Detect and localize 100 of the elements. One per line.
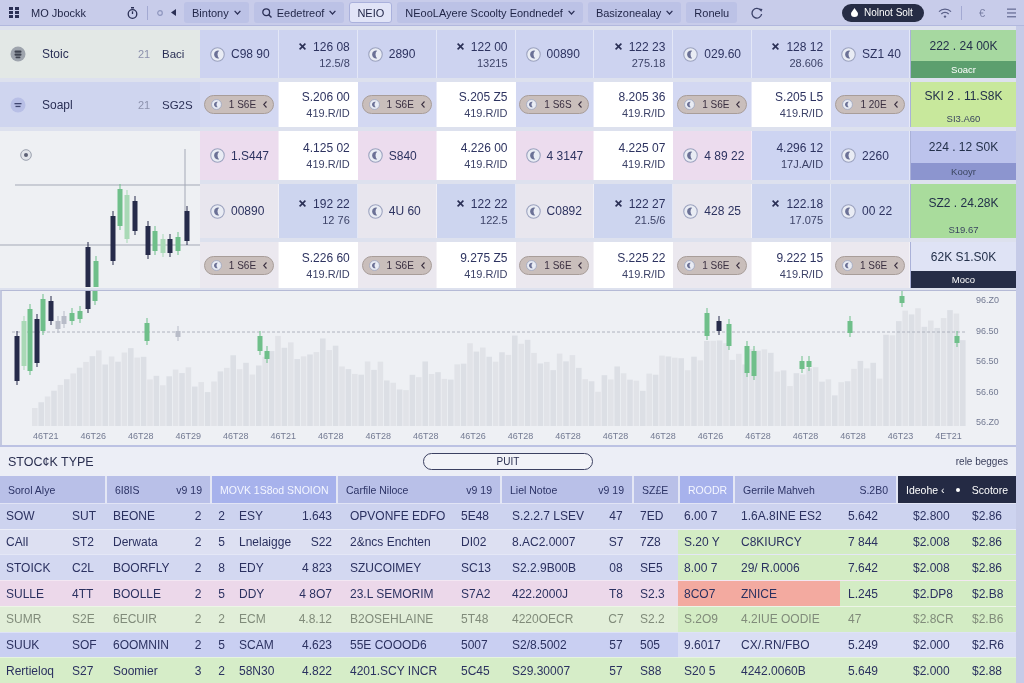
table-cell-text: 2	[193, 636, 203, 654]
quote-value: 4.125 02	[303, 141, 350, 155]
table-cell-text: 4242.0060B	[740, 662, 807, 680]
table-cell-text: S2.2	[639, 611, 666, 629]
watch-count: 21	[138, 98, 152, 111]
axis-label: 56.Z0	[976, 417, 1000, 427]
currency-symbol: €	[978, 6, 985, 19]
price-pill[interactable]: 1 S6E	[677, 255, 748, 275]
moon-icon	[210, 99, 222, 110]
table-cell-text: 3	[193, 662, 203, 680]
price-pill[interactable]: 1 S6E	[203, 255, 274, 275]
grid-icon[interactable]	[9, 7, 19, 18]
quote-value: 00890	[546, 47, 580, 61]
menu-icon[interactable]	[1007, 7, 1016, 18]
quote-value: 4U 60	[388, 204, 421, 218]
table-cell-text: SUUK	[5, 636, 41, 654]
table-cell-text: S.2O9	[683, 611, 720, 629]
table-cell-text: SUT	[71, 508, 97, 526]
quote-value: 122.18	[786, 196, 824, 211]
filter-button[interactable]: PUIT	[423, 453, 593, 470]
summary-value: 222 . 24 00K	[928, 37, 999, 55]
price-pill[interactable]: 1 S6E	[835, 255, 906, 275]
nav-tab[interactable]: Eedetreof	[253, 2, 345, 23]
table-cell-text: 8.00 7	[683, 559, 719, 577]
nav-tab[interactable]: NEooLAyere Scoolty Eondnedef	[397, 2, 583, 23]
quote-value: 2260	[862, 148, 889, 163]
caret-icon	[233, 10, 241, 15]
price-pill[interactable]: 1 S6E	[203, 95, 274, 114]
x-mark-icon	[614, 200, 622, 207]
table-cell-text: 5007	[460, 636, 489, 654]
table-cell-text: 5C45	[460, 662, 491, 680]
table-cell-text: 4201.SCY INCR	[349, 662, 439, 680]
header-extra: Scotore	[971, 483, 1008, 496]
table-cell-text: 6.00 7	[683, 508, 719, 526]
table-cell: 8CO7	[678, 581, 733, 606]
table-cell-text: 8	[217, 559, 226, 577]
table-cell-text: 08	[608, 559, 624, 577]
quote-value: S.205 Z5	[458, 90, 508, 104]
table-cell-text: 2	[193, 508, 203, 526]
price-pill[interactable]: 1 20E	[835, 95, 906, 114]
nav-tab[interactable]: NEIO	[349, 2, 393, 23]
axis-label: 46T28	[745, 431, 771, 441]
table-cell-text: CX/.RN/FBO	[740, 636, 811, 654]
stopwatch-icon[interactable]	[127, 6, 138, 19]
axis-label: 46T28	[127, 431, 154, 441]
header-extra: v9 19	[176, 483, 202, 496]
wifi-icon[interactable]	[937, 7, 952, 18]
action-button[interactable]: Nolnot Solt	[841, 3, 924, 22]
price-pill[interactable]: 1 S6E	[677, 95, 748, 114]
moon-icon	[841, 148, 857, 163]
price-pill[interactable]: 1 S6E	[361, 255, 432, 275]
axis-label: 56.60	[976, 386, 1000, 397]
table-cell-text: EDY	[238, 559, 265, 577]
moon-icon	[842, 259, 854, 271]
table-cell-text: Rertieloq	[5, 662, 56, 680]
axis-label: 46T21	[33, 431, 59, 441]
axis-label: 46T26	[460, 431, 486, 441]
table-cell-text: 505	[639, 636, 662, 654]
dot-icon	[956, 487, 961, 492]
triangle-icon[interactable]	[171, 9, 176, 16]
moon-icon	[210, 259, 222, 271]
nav-tab[interactable]: Basizonealay	[587, 2, 682, 23]
moon-icon	[841, 46, 857, 62]
watchlist-row[interactable]: Stoic 21 Baci	[0, 30, 200, 78]
axis-label: 46T29	[175, 431, 201, 441]
quote-subvalue: 419.R/ID	[621, 267, 666, 280]
price-pill[interactable]: 1 S6S	[519, 95, 590, 114]
axis-label: 4ET21	[935, 431, 962, 441]
quote-value: 428 25	[704, 204, 742, 218]
table-cell-text: $2.008	[912, 559, 951, 577]
watchlist-row[interactable]: Soapl 21 SG2S	[0, 82, 200, 127]
table-cell-text: S2.3	[639, 585, 666, 603]
table-cell-text: 2	[193, 559, 203, 577]
quote-subvalue: 28.606	[789, 56, 824, 69]
stack-icon	[10, 46, 26, 62]
quote-subvalue: 419.R/ID	[464, 158, 508, 170]
table-cell-text: SUMR	[5, 611, 43, 629]
table-cell-text: $2.000	[912, 662, 951, 680]
price-pill[interactable]: 1 S6E	[361, 95, 432, 114]
quote-value: 4 3147	[546, 148, 584, 163]
axis-label: 46T28	[507, 431, 534, 441]
price-pill[interactable]: 1 S6E	[519, 255, 590, 275]
moon-icon	[683, 46, 699, 62]
axis-label: 46T26	[697, 431, 724, 441]
table-cell-text: 23.L SEMORIM	[349, 585, 435, 603]
table-cell-text: 2	[217, 662, 226, 680]
table-cell-text: 5	[217, 585, 226, 603]
quote-value: 00 22	[862, 204, 893, 218]
quote-value: S.226 60	[301, 250, 350, 265]
table-cell-text: SC13	[460, 559, 493, 577]
table-cell-text: C7	[607, 611, 625, 629]
chevron-icon	[894, 261, 899, 269]
table-cell-text: 4.2IUE OODIE	[740, 611, 821, 629]
axis-label: 46T28	[792, 431, 819, 441]
nav-tab[interactable]: Bintony	[184, 2, 249, 23]
refresh-icon[interactable]	[751, 6, 764, 19]
summary-value: SKI 2 . 11.S8K	[923, 88, 1004, 105]
quote-value: 4.225 07	[618, 141, 666, 155]
nav-tab[interactable]: Ronelu	[686, 2, 738, 23]
table-cell-text: 422.2000J	[511, 585, 570, 603]
